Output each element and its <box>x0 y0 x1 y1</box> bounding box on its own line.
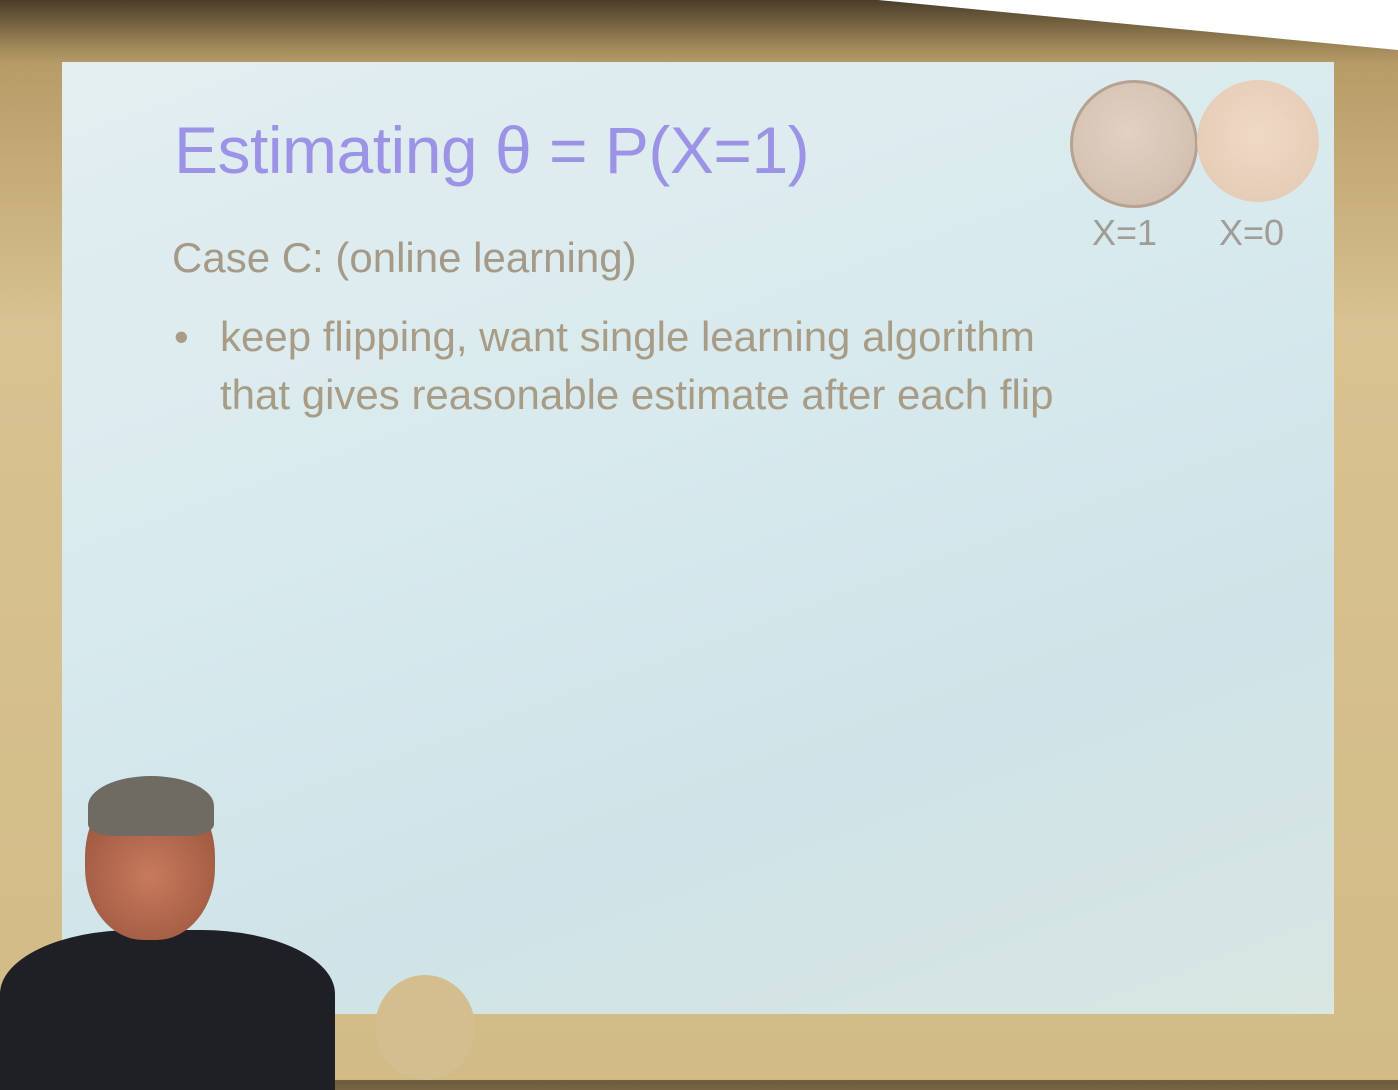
coin-label-heads: X=1 <box>1092 212 1158 253</box>
lecturer <box>0 776 340 1090</box>
lecturer-hand <box>375 975 475 1080</box>
slide-title: Estimating θ = P(X=1) <box>174 113 810 187</box>
bullet-line-1: keep flipping, want single learning algo… <box>220 313 1035 360</box>
lecturer-body <box>0 930 335 1090</box>
penny-heads-icon <box>1070 80 1198 208</box>
bullet-line-2: that gives reasonable estimate after eac… <box>220 371 1054 418</box>
slide-subtitle: Case C: (online learning) <box>172 234 637 281</box>
lecturer-hair <box>88 776 214 836</box>
penny-tails-icon <box>1197 80 1319 202</box>
bullet-item: • keep flipping, want single learning al… <box>174 308 1053 424</box>
bullet-dot: • <box>174 313 189 360</box>
coin-label-tails: X=0 <box>1219 212 1285 253</box>
